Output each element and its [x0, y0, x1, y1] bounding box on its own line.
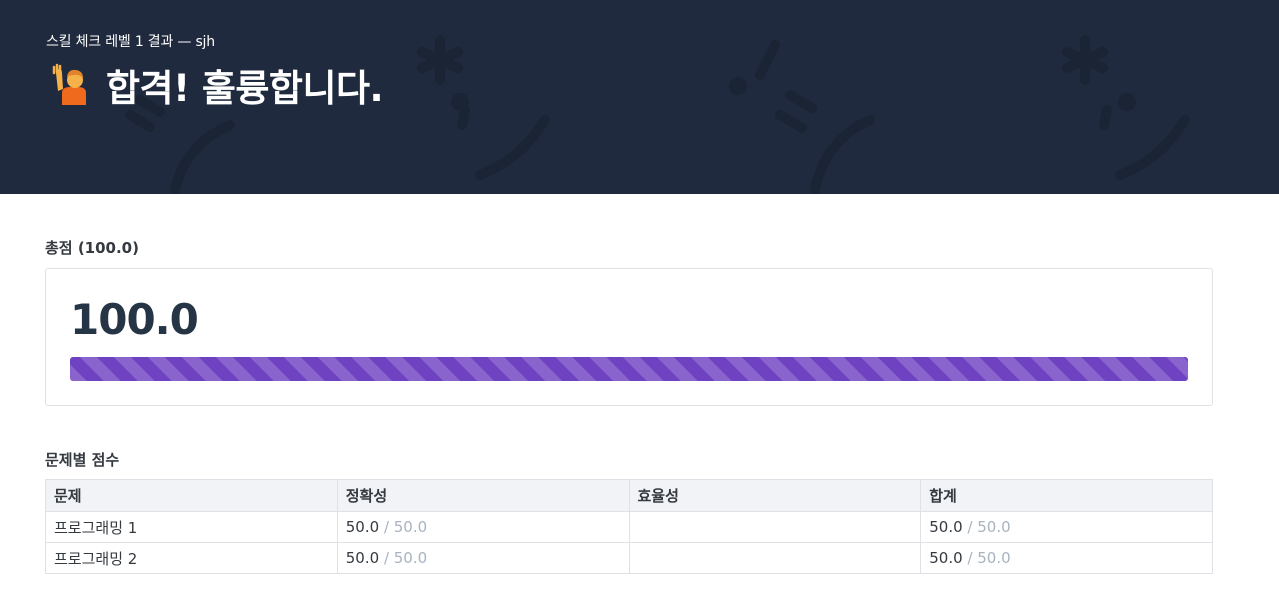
column-header-efficiency: 효율성	[628, 479, 922, 512]
person-raising-hand-icon	[52, 63, 86, 105]
deco-star	[417, 35, 463, 85]
total-score: 50.0 / 50.0	[920, 542, 1213, 574]
problem-name: 프로그래밍 1	[45, 511, 338, 543]
total-score-card: 100.0	[45, 268, 1213, 406]
table-row: 프로그래밍 1 50.0 / 50.0 50.0 / 50.0	[45, 511, 1213, 543]
deco-smile	[475, 115, 550, 180]
accuracy-score: 50.0 / 50.0	[336, 511, 630, 543]
deco-eyes-2	[775, 90, 817, 133]
deco-mouth	[170, 120, 235, 194]
deco-dot	[457, 105, 470, 130]
table-row: 프로그래밍 2 50.0 / 50.0 50.0 / 50.0	[45, 542, 1213, 574]
deco-dot-2	[1099, 105, 1112, 130]
accuracy-score: 50.0 / 50.0	[336, 542, 630, 574]
problem-name: 프로그래밍 2	[45, 542, 338, 574]
deco-smile-2	[1115, 115, 1190, 180]
score-progress-bar	[70, 357, 1188, 381]
efficiency-score	[628, 542, 922, 574]
result-header: 스킬 체크 레벨 1 결과 — sjh 합격! 훌륭합니다.	[0, 0, 1279, 194]
total-score: 50.0 / 50.0	[920, 511, 1213, 543]
total-score-value: 100.0	[70, 295, 199, 344]
problem-scores-label: 문제별 점수	[45, 451, 120, 469]
column-header-accuracy: 정확성	[336, 479, 630, 512]
deco-bang	[755, 40, 780, 80]
column-header-total: 합계	[920, 479, 1213, 512]
column-header-problem: 문제	[45, 479, 338, 512]
deco-mouth-2	[810, 115, 875, 194]
result-title: 합격! 훌륭합니다.	[50, 58, 384, 112]
result-subtitle: 스킬 체크 레벨 1 결과 — sjh	[46, 34, 215, 50]
total-score-label: 총점 (100.0)	[45, 239, 139, 257]
efficiency-score	[628, 511, 922, 543]
score-progress-fill	[70, 357, 1188, 381]
table-header-row: 문제 정확성 효율성 합계	[45, 479, 1213, 512]
deco-star-2	[1062, 35, 1108, 85]
result-title-text: 합격! 훌륭합니다.	[106, 67, 384, 110]
problem-scores-table: 문제 정확성 효율성 합계 프로그래밍 1 50.0 / 50.0 50.0 /…	[45, 479, 1213, 574]
